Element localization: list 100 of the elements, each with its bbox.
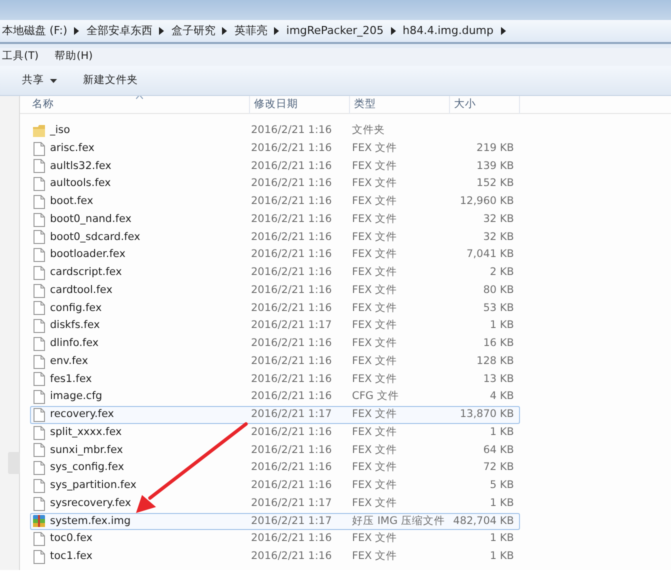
file-name: cardtool.fex	[50, 282, 112, 298]
file-size: 32 KB	[482, 212, 514, 227]
file-name: sysrecovery.fex	[50, 496, 132, 511]
modified-date: 2016/2/21 1:16	[251, 442, 333, 458]
modified-date: 2016/2/21 1:16	[251, 230, 333, 244]
file-row[interactable]: toc0.fex 2016/2/21 1:16 FEX 文件 1 KB	[30, 530, 520, 548]
file-type: FEX 文件	[352, 531, 398, 546]
scrollbar-thumb[interactable]	[8, 452, 20, 474]
file-icon	[33, 159, 45, 174]
toolbar-button[interactable]: 共享	[14, 70, 65, 90]
file-size: 80 KB	[482, 282, 514, 298]
file-size: 53 KB	[482, 300, 514, 316]
modified-date: 2016/2/21 1:16	[251, 212, 333, 227]
chevron-icon[interactable]	[390, 27, 396, 35]
modified-date: 2016/2/21 1:16	[251, 265, 333, 280]
file-icon	[33, 230, 45, 244]
file-row[interactable]: sysrecovery.fex 2016/2/21 1:17 FEX 文件 1 KB	[30, 494, 520, 512]
file-row[interactable]: split_xxxx.fex 2016/2/21 1:16 FEX 文件 1 KB	[30, 424, 520, 442]
modified-date: 2016/2/21 1:16	[251, 194, 333, 209]
file-row[interactable]: _iso 2016/2/21 1:16 文件夹	[30, 122, 520, 140]
file-type: CFG 文件	[352, 389, 400, 404]
file-size: 32 KB	[482, 230, 514, 244]
file-row[interactable]: env.fex 2016/2/21 1:16 FEX 文件 128 KB	[30, 352, 520, 370]
file-name: dlinfo.fex	[50, 336, 99, 351]
file-icon	[33, 354, 45, 369]
file-row[interactable]: sunxi_mbr.fex 2016/2/21 1:16 FEX 文件 64 KB	[30, 442, 520, 460]
file-type: FEX 文件	[352, 372, 398, 386]
menu-item[interactable]: 工具(T)	[2, 49, 39, 65]
file-row[interactable]: cardscript.fex 2016/2/21 1:16 FEX 文件 2 KB	[30, 264, 520, 282]
modified-date: 2016/2/21 1:16	[251, 478, 333, 493]
breadcrumb-item[interactable]: 全部安卓东西	[86, 22, 152, 40]
file-type: FEX 文件	[352, 407, 398, 422]
file-row[interactable]: sys_partition.fex 2016/2/21 1:16 FEX 文件 5 KB	[30, 477, 520, 495]
file-type: FEX 文件	[352, 265, 398, 280]
file-row[interactable]: fes1.fex 2016/2/21 1:16 FEX 文件 13 KB	[30, 370, 520, 388]
column-header[interactable]: 类型	[350, 96, 450, 114]
file-icon	[33, 212, 45, 227]
file-type: FEX 文件	[352, 549, 398, 564]
modified-date: 2016/2/21 1:17	[251, 514, 333, 528]
file-type: FEX 文件	[352, 478, 398, 493]
file-row[interactable]: arisc.fex 2016/2/21 1:16 FEX 文件 219 KB	[30, 140, 520, 158]
file-icon	[33, 284, 45, 298]
file-type: FEX 文件	[352, 194, 398, 209]
breadcrumb-item[interactable]: h84.4.img.dump	[402, 22, 494, 40]
file-row[interactable]: toc1.fex 2016/2/21 1:16 FEX 文件 1 KB	[30, 548, 520, 566]
file-icon	[33, 248, 45, 262]
file-icon	[33, 194, 45, 209]
file-row[interactable]: boot0_sdcard.fex 2016/2/21 1:16 FEX 文件 32 KB	[30, 228, 520, 246]
file-name: cardscript.fex	[50, 265, 122, 280]
chevron-icon[interactable]	[74, 27, 80, 35]
file-name: image.cfg	[50, 389, 102, 404]
breadcrumb-item[interactable]: 英菲亮	[234, 22, 268, 40]
file-row[interactable]: system.fex.img 2016/2/21 1:17 好压 IMG 压缩文件 482,704 KB	[30, 512, 520, 530]
chevron-icon[interactable]	[159, 27, 164, 35]
file-name: aultools.fex	[50, 176, 111, 192]
modified-date: 2016/2/21 1:16	[251, 247, 333, 262]
file-row[interactable]: boot0_nand.fex 2016/2/21 1:16 FEX 文件 32 KB	[30, 210, 520, 228]
modified-date: 2016/2/21 1:16	[251, 282, 333, 298]
file-icon	[33, 496, 45, 511]
column-header[interactable]: 大小	[450, 96, 520, 114]
file-row[interactable]: diskfs.fex 2016/2/21 1:17 FEX 文件 1 KB	[30, 317, 520, 335]
breadcrumb-item[interactable]: imgRePacker_205	[286, 22, 384, 40]
file-name: sys_partition.fex	[50, 478, 136, 493]
file-row[interactable]: aultools.fex 2016/2/21 1:16 FEX 文件 152 KB	[30, 175, 520, 193]
file-row[interactable]: bootloader.fex 2016/2/21 1:16 FEX 文件 7,041 KB	[30, 246, 520, 264]
file-row[interactable]: cardtool.fex 2016/2/21 1:16 FEX 文件 80 KB	[30, 282, 520, 300]
file-icon	[33, 390, 45, 404]
file-name: config.fex	[50, 300, 102, 316]
file-name: aultls32.fex	[50, 158, 112, 174]
file-size: 13 KB	[482, 372, 514, 386]
menu-item[interactable]: 帮助(H)	[54, 49, 93, 65]
file-type: FEX 文件	[352, 496, 398, 511]
file-size: 1 KB	[488, 496, 514, 511]
file-size: 1 KB	[488, 531, 514, 546]
file-name: split_xxxx.fex	[50, 424, 122, 440]
file-row[interactable]: aultls32.fex 2016/2/21 1:16 FEX 文件 139 KB	[30, 158, 520, 176]
file-name: fes1.fex	[50, 372, 92, 386]
modified-date: 2016/2/21 1:16	[251, 531, 333, 546]
column-header[interactable]: 修改日期	[250, 96, 350, 114]
file-name: diskfs.fex	[50, 318, 100, 334]
file-type: FEX 文件	[352, 158, 398, 174]
chevron-icon[interactable]	[222, 27, 228, 35]
file-type: FEX 文件	[352, 318, 398, 334]
file-row[interactable]: config.fex 2016/2/21 1:16 FEX 文件 53 KB	[30, 300, 520, 318]
breadcrumb-item[interactable]: 盒子研究	[171, 22, 216, 40]
address-bar[interactable]: 本地磁盘 (F:) 全部安卓东西 盒子研究 英菲亮 imgRePacker_205 h84.4.img.dump	[0, 20, 671, 44]
toolbar-button[interactable]: 新建文件夹	[75, 70, 146, 90]
breadcrumb-item[interactable]: 本地磁盘 (F:)	[2, 22, 68, 40]
chevron-icon[interactable]	[500, 27, 506, 35]
file-icon	[33, 336, 45, 351]
modified-date: 2016/2/21 1:16	[251, 424, 333, 440]
file-row[interactable]: dlinfo.fex 2016/2/21 1:16 FEX 文件 16 KB	[30, 335, 520, 353]
file-icon	[33, 142, 45, 156]
file-row[interactable]: sys_config.fex 2016/2/21 1:16 FEX 文件 72 KB	[30, 459, 520, 477]
file-row[interactable]: image.cfg 2016/2/21 1:16 CFG 文件 4 KB	[30, 388, 520, 406]
file-row[interactable]: recovery.fex 2016/2/21 1:17 FEX 文件 13,870 KB	[30, 406, 520, 424]
file-row[interactable]: boot.fex 2016/2/21 1:16 FEX 文件 12,960 KB	[30, 193, 520, 211]
chevron-icon[interactable]	[274, 27, 280, 35]
file-size: 72 KB	[482, 460, 514, 476]
column-header[interactable]: 名称	[20, 96, 250, 114]
